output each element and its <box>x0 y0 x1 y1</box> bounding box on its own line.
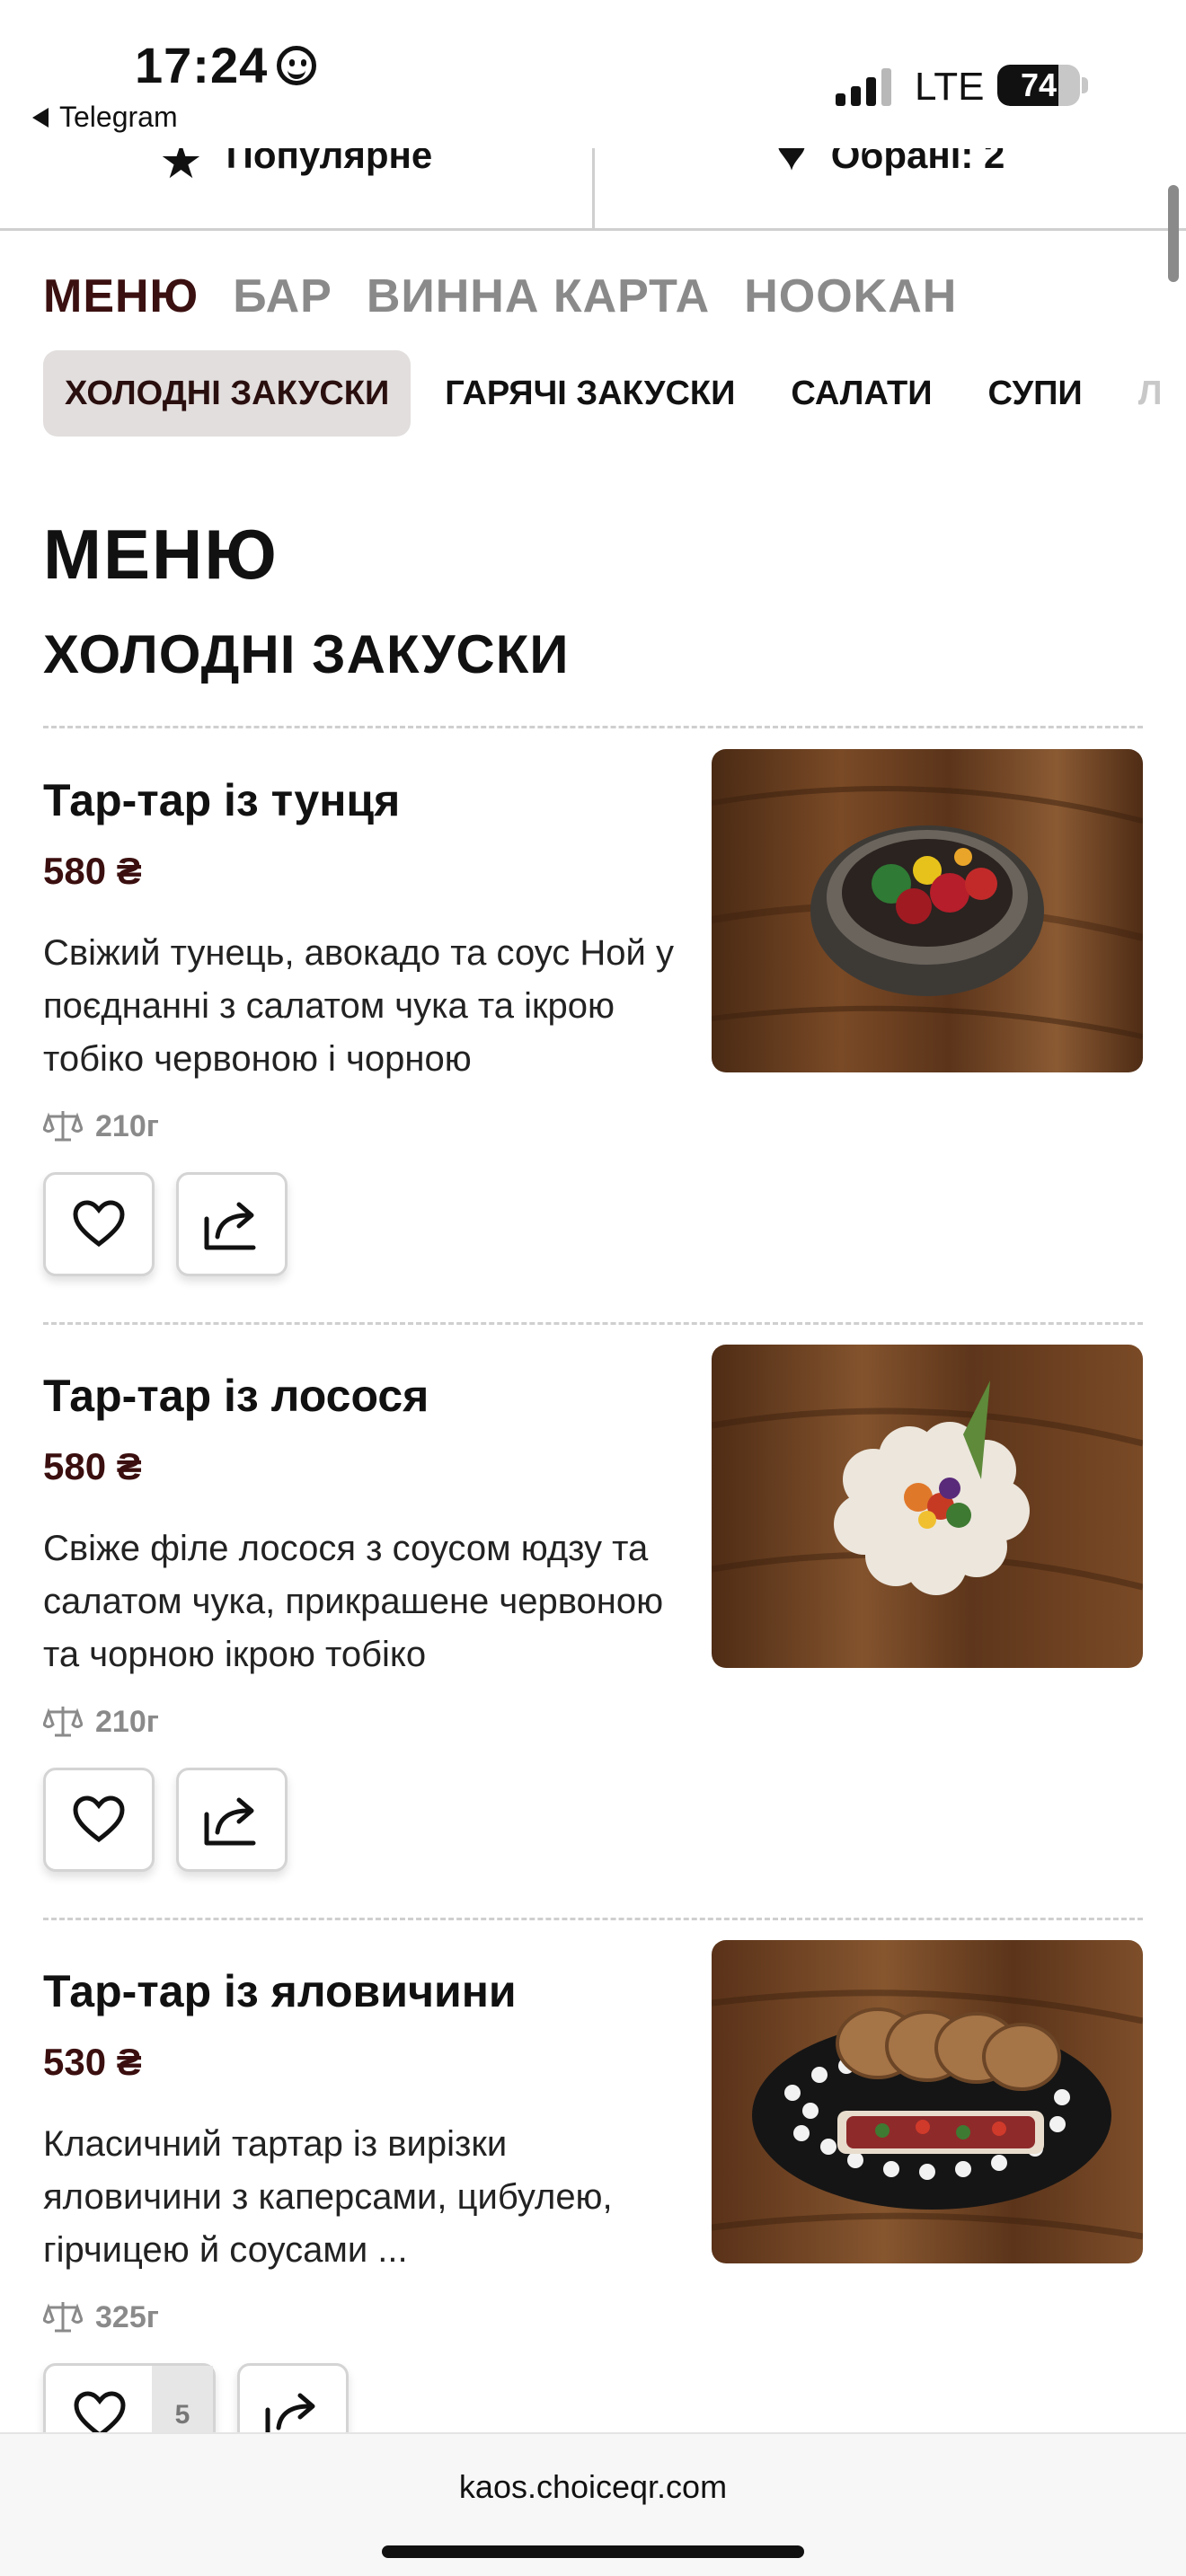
nav-bar[interactable]: БАР <box>233 269 332 323</box>
like-button[interactable] <box>43 1768 155 1872</box>
nav-menu[interactable]: МЕНЮ <box>43 269 199 323</box>
item-weight: 210г <box>43 1108 159 1144</box>
back-to-app-link[interactable]: Telegram <box>32 101 178 134</box>
heart-icon <box>73 1795 125 1843</box>
nav-wine-list[interactable]: ВИННА КАРТА <box>367 269 710 323</box>
item-weight: 325г <box>43 2299 159 2335</box>
item-weight: 210г <box>43 1704 159 1740</box>
heart-filled-icon: ♥ <box>775 148 808 181</box>
item-name: Тар-тар із лосося <box>43 1371 429 1421</box>
popular-button[interactable]: ★ Популярне <box>0 148 595 228</box>
share-button[interactable] <box>176 1172 288 1276</box>
back-arrow-icon <box>32 107 49 128</box>
scale-icon <box>43 2302 83 2333</box>
section-title: ХОЛОДНІ ЗАКУСКИ <box>43 624 570 684</box>
url-display[interactable]: kaos.choiceqr.com <box>0 2468 1186 2506</box>
popular-label: Популярне <box>226 148 433 176</box>
back-app-label: Telegram <box>59 101 178 133</box>
home-indicator[interactable] <box>382 2545 804 2558</box>
item-price: 580 ₴ <box>43 1445 142 1487</box>
tab-next-partial[interactable]: Л <box>1117 350 1184 437</box>
section-nav: МЕНЮ БАР ВИННА КАРТА HOOKAH <box>43 269 957 323</box>
item-name: Тар-тар із тунця <box>43 775 401 825</box>
item-description: Свіжий тунець, авокадо та соус Ной у поє… <box>43 933 675 1079</box>
item-photo-beef[interactable] <box>712 1940 1143 2263</box>
tab-salads[interactable]: САЛАТИ <box>769 350 953 437</box>
cellular-signal-icon <box>836 66 891 106</box>
share-button[interactable] <box>176 1768 288 1872</box>
tab-hot-appetizers[interactable]: ГАРЯЧІ ЗАКУСКИ <box>423 350 757 437</box>
item-weight-value: 210г <box>95 1108 159 1143</box>
item-weight-value: 210г <box>95 1704 159 1739</box>
browser-address-bar: kaos.choiceqr.com <box>0 2432 1186 2576</box>
heart-icon <box>73 1200 125 1248</box>
battery-icon: 74 <box>997 65 1080 106</box>
item-photo-salmon[interactable] <box>712 1345 1143 1668</box>
item-name: Тар-тар із яловичини <box>43 1966 517 2016</box>
divider <box>43 726 1143 728</box>
favorites-button[interactable]: ♥ Обрані: 2 <box>595 148 1186 228</box>
share-icon <box>204 1202 256 1250</box>
item-price: 580 ₴ <box>43 850 142 892</box>
scale-icon <box>43 1707 83 1737</box>
network-type: LTE <box>915 65 985 109</box>
favorites-label: Обрані: 2 <box>830 148 1005 176</box>
item-price: 530 ₴ <box>43 2041 142 2083</box>
item-description: Класичний тартар із вирізки яловичини з … <box>43 2124 613 2270</box>
share-icon <box>204 1797 256 1846</box>
page-title: МЕНЮ <box>43 515 279 594</box>
item-description: Свіже філе лосося з соусом юдзу та салат… <box>43 1529 664 1674</box>
category-tabs: ХОЛОДНІ ЗАКУСКИ ГАРЯЧІ ЗАКУСКИ САЛАТИ СУ… <box>43 350 1186 437</box>
battery-nub <box>1082 77 1088 93</box>
clock: 17:24 <box>135 36 317 94</box>
item-weight-value: 325г <box>95 2299 159 2334</box>
star-icon: ★ <box>159 148 203 189</box>
tab-cold-appetizers[interactable]: ХОЛОДНІ ЗАКУСКИ <box>43 350 412 437</box>
nav-hookah[interactable]: HOOKAH <box>744 269 957 323</box>
scale-icon <box>43 1111 83 1142</box>
smiley-icon <box>277 45 317 85</box>
tab-soups[interactable]: СУПИ <box>967 350 1104 437</box>
battery-percent: 74 <box>1020 66 1058 103</box>
item-photo-tuna[interactable] <box>712 749 1143 1072</box>
like-button[interactable] <box>43 1172 155 1276</box>
tool-row: ★ Популярне ♥ Обрані: 2 <box>0 148 1186 231</box>
clock-time: 17:24 <box>135 37 269 93</box>
divider <box>43 1322 1143 1325</box>
scrollbar-thumb[interactable] <box>1168 185 1179 282</box>
status-bar: 17:24 Telegram LTE 74 <box>0 0 1186 148</box>
divider <box>43 1918 1143 1920</box>
